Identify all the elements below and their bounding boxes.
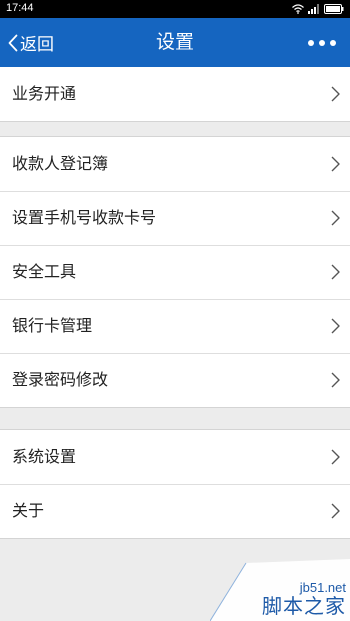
menu-item-security-tools[interactable]: 安全工具 — [0, 245, 350, 299]
menu-item-label: 关于 — [12, 501, 45, 520]
menu-item-label: 收款人登记簿 — [12, 154, 109, 173]
more-dot-icon — [308, 39, 314, 46]
chevron-right-icon — [331, 86, 340, 102]
chevron-right-icon — [331, 449, 340, 465]
menu-group-account: 收款人登记簿 设置手机号收款卡号 安全工具 银行卡管理 登录密码修改 — [0, 136, 350, 408]
menu-item-label: 设置手机号收款卡号 — [12, 208, 157, 227]
menu-item-bank-card-management[interactable]: 银行卡管理 — [0, 299, 350, 353]
more-button[interactable] — [308, 18, 336, 67]
menu-item-business-activation[interactable]: 业务开通 — [0, 67, 350, 121]
menu-item-login-password-change[interactable]: 登录密码修改 — [0, 353, 350, 407]
battery-icon — [324, 4, 344, 14]
chevron-right-icon — [331, 210, 340, 226]
menu-group-system: 系统设置 关于 — [0, 429, 350, 539]
status-icons — [292, 3, 344, 15]
menu-item-label: 银行卡管理 — [12, 316, 93, 335]
menu-item-payee-register[interactable]: 收款人登记簿 — [0, 137, 350, 191]
menu-item-label: 系统设置 — [12, 447, 77, 466]
menu-item-label: 登录密码修改 — [12, 370, 109, 389]
wifi-icon — [292, 4, 304, 14]
back-button[interactable]: 返回 — [8, 18, 54, 67]
nav-bar: 返回 设置 — [0, 18, 350, 67]
back-label: 返回 — [20, 35, 54, 55]
signal-icon — [308, 4, 320, 14]
watermark: jb51.net 脚本之家 — [210, 559, 350, 621]
status-bar: 17:44 — [0, 0, 350, 18]
more-dot-icon — [330, 39, 336, 46]
menu-item-about[interactable]: 关于 — [0, 484, 350, 538]
more-dot-icon — [319, 39, 325, 46]
menu-item-label: 业务开通 — [12, 84, 77, 103]
menu-item-system-settings[interactable]: 系统设置 — [0, 430, 350, 484]
menu-group-business: 业务开通 — [0, 67, 350, 122]
chevron-right-icon — [331, 264, 340, 280]
status-time: 17:44 — [6, 2, 34, 14]
chevron-right-icon — [331, 372, 340, 388]
chevron-right-icon — [331, 156, 340, 172]
watermark-text: 脚本之家 — [262, 594, 346, 618]
menu-item-label: 安全工具 — [12, 262, 77, 281]
chevron-left-icon — [8, 34, 18, 52]
chevron-right-icon — [331, 318, 340, 334]
chevron-right-icon — [331, 503, 340, 519]
menu-item-phone-receiving-card[interactable]: 设置手机号收款卡号 — [0, 191, 350, 245]
